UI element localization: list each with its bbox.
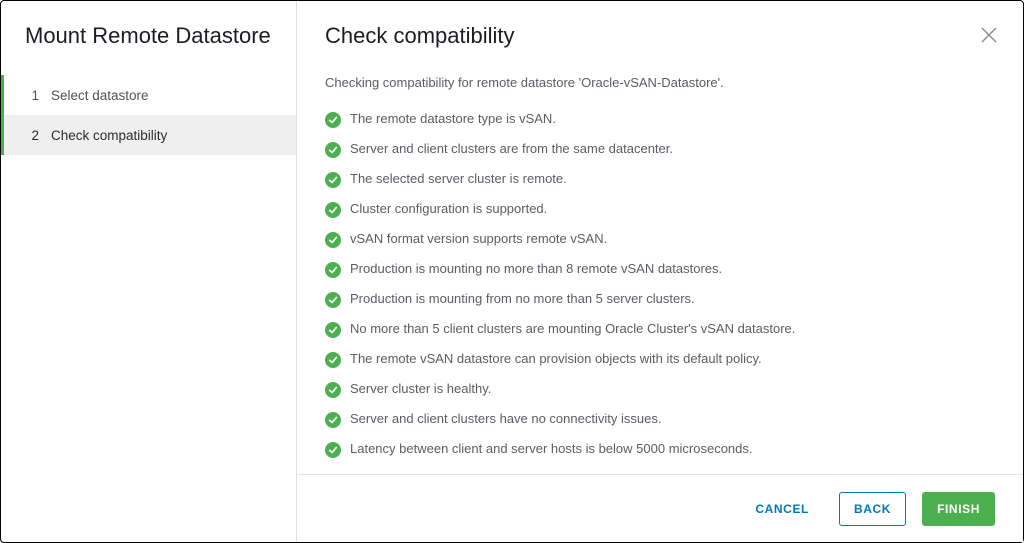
page-title: Check compatibility: [325, 23, 995, 49]
compatibility-item: vSAN format version supports remote vSAN…: [325, 224, 995, 254]
wizard-main: Check compatibility Checking compatibili…: [297, 1, 1023, 542]
compatibility-item-text: The remote datastore type is vSAN.: [350, 111, 556, 126]
compatibility-item: The remote datastore type is vSAN.: [325, 104, 995, 134]
finish-button[interactable]: FINISH: [922, 492, 995, 526]
check-ok-icon: [325, 202, 341, 218]
dialog: Mount Remote Datastore 1 Select datastore…: [0, 0, 1024, 543]
compatibility-item-text: Server and client clusters have no conne…: [350, 411, 661, 426]
check-ok-icon: [325, 442, 341, 458]
check-ok-icon: [325, 322, 341, 338]
wizard-steps: 1 Select datastore 2 Check compatibility: [1, 75, 296, 155]
wizard-footer: CANCEL BACK FINISH: [298, 474, 1023, 542]
compatibility-item: Server and client clusters are from the …: [325, 134, 995, 164]
compatibility-item: Latency between client and server hosts …: [325, 434, 995, 464]
wizard-step-2[interactable]: 2 Check compatibility: [1, 115, 296, 155]
compatibility-item-text: Server cluster is healthy.: [350, 381, 491, 396]
wizard-step-1[interactable]: 1 Select datastore: [1, 75, 296, 115]
compatibility-item: Server and client clusters have no conne…: [325, 404, 995, 434]
check-ok-icon: [325, 292, 341, 308]
check-ok-icon: [325, 172, 341, 188]
compatibility-item-text: The selected server cluster is remote.: [350, 171, 567, 186]
compatibility-item: Production is mounting no more than 8 re…: [325, 254, 995, 284]
compatibility-item-text: Server and client clusters are from the …: [350, 141, 673, 156]
compatibility-item-text: Production is mounting from no more than…: [350, 291, 695, 306]
back-button[interactable]: BACK: [839, 492, 906, 526]
compatibility-item-text: No more than 5 client clusters are mount…: [350, 321, 795, 336]
compatibility-item-text: vSAN format version supports remote vSAN…: [350, 231, 607, 246]
compatibility-item: No more than 5 client clusters are mount…: [325, 314, 995, 344]
compatibility-item: The selected server cluster is remote.: [325, 164, 995, 194]
check-ok-icon: [325, 262, 341, 278]
compatibility-item: Production is mounting from no more than…: [325, 284, 995, 314]
cancel-button[interactable]: CANCEL: [741, 492, 823, 526]
compatibility-intro: Checking compatibility for remote datast…: [325, 75, 995, 90]
compatibility-item: Server cluster is healthy.: [325, 374, 995, 404]
wizard-step-label: Check compatibility: [51, 128, 167, 143]
wizard-step-number: 1: [25, 88, 39, 103]
check-ok-icon: [325, 412, 341, 428]
compatibility-item-text: Production is mounting no more than 8 re…: [350, 261, 722, 276]
check-ok-icon: [325, 382, 341, 398]
wizard-sidebar: Mount Remote Datastore 1 Select datastore…: [1, 1, 297, 542]
wizard-step-label: Select datastore: [51, 88, 149, 103]
check-ok-icon: [325, 352, 341, 368]
compatibility-item-text: Cluster configuration is supported.: [350, 201, 547, 216]
compatibility-item: Cluster configuration is supported.: [325, 194, 995, 224]
compatibility-item: The remote vSAN datastore can provision …: [325, 344, 995, 374]
check-ok-icon: [325, 142, 341, 158]
compatibility-item-text: Latency between client and server hosts …: [350, 441, 753, 456]
wizard-step-number: 2: [25, 128, 39, 143]
compatibility-checks: The remote datastore type is vSAN. Server…: [325, 104, 995, 464]
check-ok-icon: [325, 112, 341, 128]
compatibility-item-text: The remote vSAN datastore can provision …: [350, 351, 762, 366]
check-ok-icon: [325, 232, 341, 248]
wizard-title: Mount Remote Datastore: [1, 23, 296, 75]
close-icon[interactable]: [977, 23, 1001, 47]
